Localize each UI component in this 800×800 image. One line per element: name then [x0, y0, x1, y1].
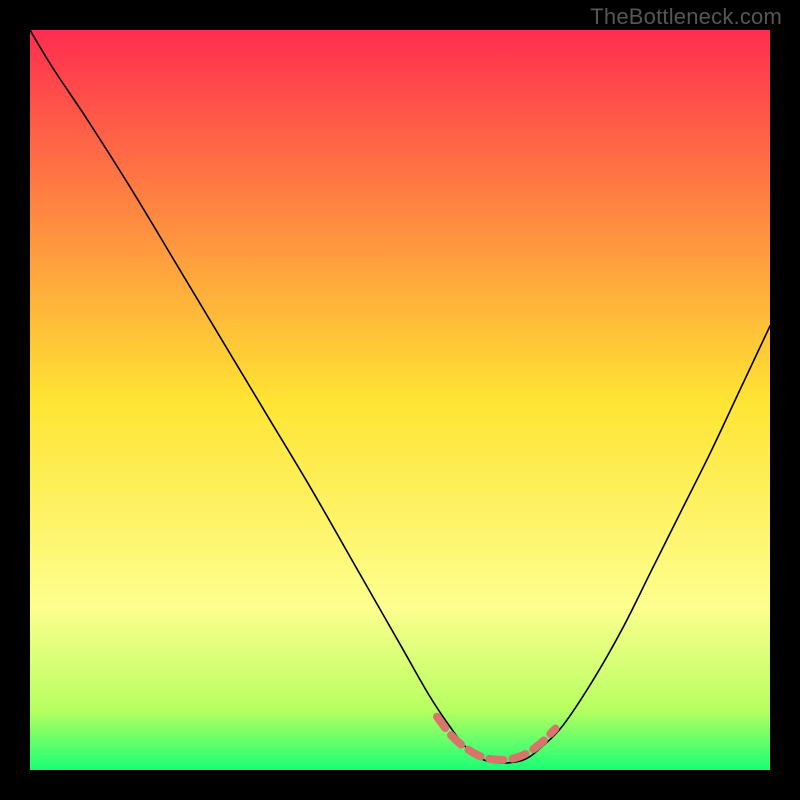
- chart-container: TheBottleneck.com: [0, 0, 800, 800]
- gradient-background: [30, 30, 770, 770]
- watermark-text: TheBottleneck.com: [590, 4, 782, 30]
- chart-plot: [30, 30, 770, 770]
- chart-svg: [30, 30, 770, 770]
